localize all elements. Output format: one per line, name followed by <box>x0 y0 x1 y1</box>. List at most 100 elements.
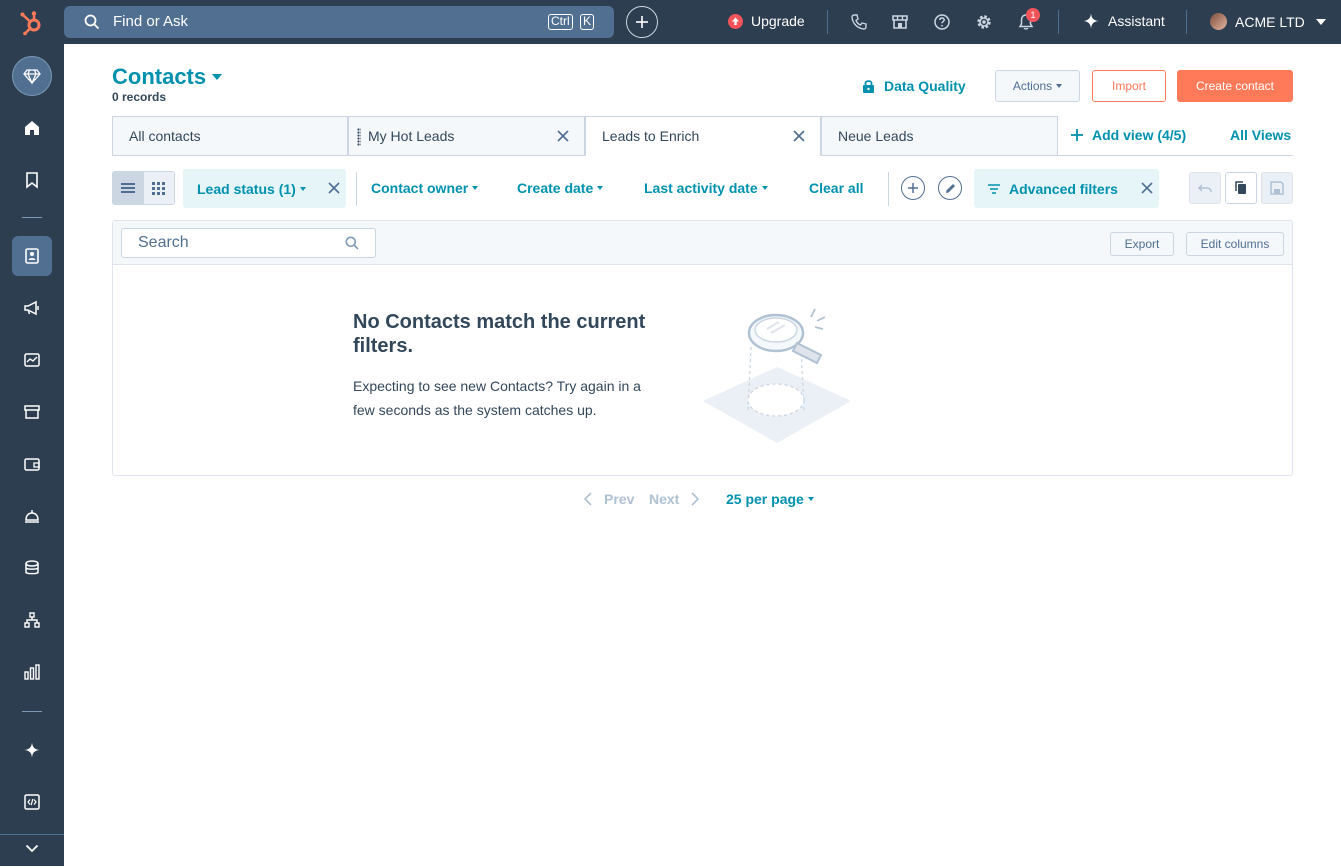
lead-status-filter-chip[interactable]: Lead status (1) <box>183 169 346 208</box>
add-filter-button[interactable] <box>901 176 925 200</box>
marketplace-icon[interactable] <box>891 13 909 31</box>
import-button[interactable]: Import <box>1092 70 1166 102</box>
topbar-divider <box>1186 10 1187 34</box>
tab-label: Leads to Enrich <box>602 128 700 144</box>
next-page-button[interactable]: Next <box>649 491 700 507</box>
advanced-filters-label: Advanced filters <box>1009 180 1118 197</box>
hubspot-logo-icon[interactable] <box>19 10 45 36</box>
breeze-ai-nav-item[interactable] <box>12 730 52 770</box>
list-view-icon <box>121 183 136 193</box>
advanced-filters-chip[interactable]: Advanced filters <box>974 169 1159 208</box>
sidebar-divider <box>22 217 42 218</box>
page-size-label: 25 per page <box>726 491 804 507</box>
page-title-dropdown[interactable]: Contacts <box>112 64 223 90</box>
caret-down-icon <box>1056 84 1063 88</box>
save-view-button[interactable] <box>1261 172 1293 204</box>
create-date-filter[interactable]: Create date <box>517 180 604 196</box>
service-bell-icon <box>25 510 39 523</box>
clone-view-button[interactable] <box>1225 172 1257 204</box>
caret-down-icon <box>597 186 604 190</box>
next-page-label: Next <box>649 491 680 507</box>
previous-page-button[interactable]: Prev <box>583 491 634 507</box>
upgrade-button[interactable]: Upgrade <box>728 13 805 29</box>
sales-chart-icon <box>24 353 40 367</box>
service-nav-item[interactable] <box>12 496 52 536</box>
search-icon <box>84 14 100 30</box>
commerce-nav-item[interactable] <box>12 392 52 432</box>
bookmarks-nav-item[interactable] <box>12 160 52 200</box>
assistant-button[interactable]: Assistant <box>1083 13 1165 29</box>
board-view-button[interactable] <box>144 172 175 204</box>
tab-neue-leads[interactable]: Neue Leads <box>821 116 1058 156</box>
tab-my-hot-leads[interactable]: My Hot Leads <box>348 116 585 156</box>
close-icon[interactable] <box>792 129 806 143</box>
close-icon[interactable] <box>328 182 340 194</box>
last-activity-date-label: Last activity date <box>644 180 758 196</box>
contact-owner-filter[interactable]: Contact owner <box>371 180 479 196</box>
create-contact-button[interactable]: Create contact <box>1177 70 1293 102</box>
create-contact-label: Create contact <box>1195 79 1275 93</box>
plus-icon <box>636 16 648 28</box>
create-date-label: Create date <box>517 180 594 196</box>
table-toolbar: Export Edit columns <box>113 221 1292 265</box>
expand-sidebar-button[interactable] <box>12 828 52 868</box>
contacts-nav-item[interactable] <box>12 236 52 276</box>
database-icon <box>25 560 39 575</box>
global-search-bar[interactable]: Find or Ask Ctrl K <box>64 6 614 38</box>
payments-nav-item[interactable] <box>12 444 52 484</box>
close-icon[interactable] <box>1141 182 1153 194</box>
reporting-nav-item[interactable] <box>12 652 52 692</box>
data-quality-link[interactable]: Data Quality <box>862 78 966 94</box>
edit-columns-button[interactable]: Edit columns <box>1186 232 1284 256</box>
workspace-button[interactable] <box>12 56 52 96</box>
last-activity-date-filter[interactable]: Last activity date <box>644 180 768 196</box>
close-icon[interactable] <box>556 129 570 143</box>
chevron-down-icon <box>1315 18 1326 25</box>
page-title: Contacts <box>112 64 207 89</box>
tab-label: My Hot Leads <box>368 128 455 144</box>
tab-leads-to-enrich[interactable]: Leads to Enrich <box>585 116 821 156</box>
lead-status-filter-label: Lead status (1) <box>197 180 296 197</box>
plus-icon <box>1071 129 1083 141</box>
all-views-link[interactable]: All Views <box>1230 127 1291 143</box>
account-menu[interactable]: ACME LTD <box>1210 13 1326 30</box>
table-search-input[interactable] <box>121 228 376 258</box>
marketing-nav-item[interactable] <box>12 288 52 328</box>
search-icon <box>345 236 359 250</box>
clear-all-filters-button[interactable]: Clear all <box>809 180 863 196</box>
tab-label: All contacts <box>129 128 201 144</box>
page-size-dropdown[interactable]: 25 per page <box>726 491 814 507</box>
help-icon[interactable] <box>933 13 951 31</box>
global-search-label: Find or Ask <box>113 13 189 30</box>
development-nav-item[interactable] <box>12 782 52 822</box>
topbar-divider <box>827 10 828 34</box>
reset-view-button[interactable] <box>1189 172 1221 204</box>
phone-icon[interactable] <box>850 13 868 31</box>
shortcut-ctrl-key: Ctrl <box>548 14 573 30</box>
settings-gear-icon[interactable] <box>975 13 993 31</box>
import-label: Import <box>1111 79 1146 93</box>
export-button[interactable]: Export <box>1110 232 1174 256</box>
sales-nav-item[interactable] <box>12 340 52 380</box>
drag-handle-icon[interactable] <box>357 128 361 146</box>
caret-down-icon <box>212 74 223 80</box>
edit-filters-button[interactable] <box>938 176 962 200</box>
grid-view-icon <box>152 181 166 195</box>
data-management-nav-item[interactable] <box>12 548 52 588</box>
copy-icon <box>1235 181 1246 194</box>
add-view-button[interactable]: Add view (4/5) <box>1071 127 1186 143</box>
bar-chart-icon <box>24 664 40 680</box>
lock-icon <box>863 80 874 93</box>
actions-dropdown-button[interactable]: Actions <box>995 70 1080 102</box>
home-nav-item[interactable] <box>12 108 52 148</box>
shortcut-k-key: K <box>580 14 595 30</box>
automation-nav-item[interactable] <box>12 600 52 640</box>
sidebar-divider <box>22 711 42 712</box>
tab-label: Neue Leads <box>838 128 914 144</box>
tab-all-contacts[interactable]: All contacts <box>112 116 348 156</box>
table-view-button[interactable] <box>113 172 144 204</box>
chevron-right-icon <box>691 492 700 506</box>
bookmark-icon <box>26 172 38 189</box>
quick-create-button[interactable] <box>626 6 658 38</box>
clear-all-label: Clear all <box>809 180 864 196</box>
